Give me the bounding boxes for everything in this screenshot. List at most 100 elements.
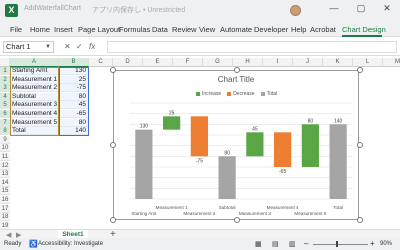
bar-total[interactable] [329,124,347,199]
bar-total[interactable] [135,129,153,199]
tab-home[interactable]: Home [30,25,50,34]
resize-handle-top-left[interactable] [110,67,116,73]
category-label[interactable]: Measurement 4 [267,205,299,210]
cell-value[interactable]: 25 [59,75,89,84]
zoom-slider-thumb[interactable] [336,241,338,247]
column-header-g[interactable]: G [203,58,233,67]
formula-input[interactable] [107,41,397,53]
cell-label[interactable]: Measurement 4 [10,110,59,118]
column-header-m[interactable]: M [383,58,400,67]
column-header-c[interactable]: C [89,58,113,67]
category-label[interactable]: Total [333,205,343,210]
tab-view[interactable]: View [199,25,215,34]
cancel-icon[interactable]: ✕ [64,42,71,51]
column-header-f[interactable]: F [173,58,203,67]
cell-value[interactable]: -65 [59,110,89,118]
cell-value[interactable]: 45 [59,101,89,110]
category-label[interactable]: Measurement 2 [183,211,215,216]
row-header-1[interactable]: 1 [0,67,10,75]
column-header-j[interactable]: J [293,58,323,67]
row-header-9[interactable]: 9 [0,135,10,144]
page-break-view-icon[interactable]: ▥ [289,240,296,248]
bar-decrease[interactable] [274,132,292,167]
row-header-12[interactable]: 12 [0,161,10,170]
row-header-7[interactable]: 7 [0,118,10,127]
close-window-button[interactable]: ✕ [380,3,394,14]
bar-increase[interactable] [301,124,319,167]
name-box[interactable]: Chart 1 ▼ [3,41,54,53]
resize-handle-bottom[interactable] [234,217,240,223]
data-label[interactable]: 25 [169,110,175,116]
category-label[interactable]: Measurement 1 [156,205,188,210]
cell-value[interactable]: 80 [59,92,89,101]
column-header-h[interactable]: H [233,58,263,67]
column-header-e[interactable]: E [143,58,173,67]
waterfall-chart[interactable]: Chart Title Increase Decrease Total 130 Sta… [110,67,363,223]
tab-insert[interactable]: Insert [54,25,73,34]
resize-handle-bottom-left[interactable] [110,217,116,223]
row-header-14[interactable]: 14 [0,178,10,187]
select-all-corner[interactable] [0,58,10,67]
chevron-down-icon[interactable]: ▼ [45,42,51,52]
cell-label[interactable]: Subtotal [10,92,59,101]
zoom-level[interactable]: 90% [380,241,392,247]
data-label[interactable]: 130 [140,124,149,130]
tab-formulas[interactable]: Formulas [119,25,150,34]
row-header-17[interactable]: 17 [0,204,10,213]
data-label[interactable]: 45 [252,126,258,132]
data-label[interactable]: -75 [196,158,203,164]
cell-label[interactable]: Total [10,127,59,136]
tab-review[interactable]: Review [172,25,197,34]
row-header-4[interactable]: 4 [0,92,10,101]
normal-view-icon[interactable]: ▦ [255,240,262,248]
column-header-l[interactable]: L [353,58,383,67]
accessibility-status[interactable]: Accessibility: Investigate [38,241,103,247]
enter-icon[interactable]: ✓ [76,42,83,51]
tab-file[interactable]: File [10,25,22,34]
row-header-5[interactable]: 5 [0,101,10,110]
tab-developer[interactable]: Developer [254,25,288,34]
column-header-b[interactable]: B [59,58,89,67]
bar-decrease[interactable] [190,116,208,157]
column-header-a[interactable]: A [10,58,59,67]
data-label[interactable]: -65 [279,169,286,175]
cell-label[interactable]: Measurement 3 [10,101,59,110]
tab-chart-design[interactable]: Chart Design [342,25,386,34]
cell-label[interactable]: Measurement 5 [10,118,59,127]
row-header-6[interactable]: 6 [0,110,10,118]
row-header-3[interactable]: 3 [0,84,10,93]
bar-increase[interactable] [163,116,181,130]
zoom-slider[interactable] [313,244,368,245]
tab-data[interactable]: Data [152,25,168,34]
cell-label[interactable]: Measurement 2 [10,84,59,93]
tab-help[interactable]: Help [291,25,306,34]
category-label[interactable]: Measurement 5 [294,211,326,216]
zoom-out-button[interactable]: – [304,239,308,248]
minimize-button[interactable]: — [327,3,341,13]
row-header-15[interactable]: 15 [0,187,10,196]
data-label[interactable]: 80 [308,118,314,124]
column-header-k[interactable]: K [323,58,353,67]
resize-handle-left[interactable] [110,142,116,148]
row-header-2[interactable]: 2 [0,75,10,84]
resize-handle-bottom-right[interactable] [357,217,363,223]
row-header-16[interactable]: 16 [0,196,10,204]
row-header-13[interactable]: 13 [0,170,10,179]
tab-acrobat[interactable]: Acrobat [310,25,336,34]
data-label[interactable]: 140 [334,118,343,124]
user-avatar[interactable] [290,5,301,16]
zoom-in-button[interactable]: + [370,239,375,248]
page-layout-view-icon[interactable]: ▤ [272,240,279,248]
cell-value[interactable]: 80 [59,118,89,127]
row-header-18[interactable]: 18 [0,213,10,222]
resize-handle-right[interactable] [357,142,363,148]
resize-handle-top-right[interactable] [357,67,363,73]
category-label[interactable]: Subtotal [219,205,236,210]
column-header-i[interactable]: I [263,58,293,67]
restore-button[interactable]: ▢ [354,3,368,14]
cell-label[interactable]: Measurement 1 [10,75,59,84]
row-header-11[interactable]: 11 [0,153,10,161]
function-icon[interactable]: fx [89,42,95,51]
tab-automate[interactable]: Automate [220,25,252,34]
bar-increase[interactable] [246,132,264,157]
